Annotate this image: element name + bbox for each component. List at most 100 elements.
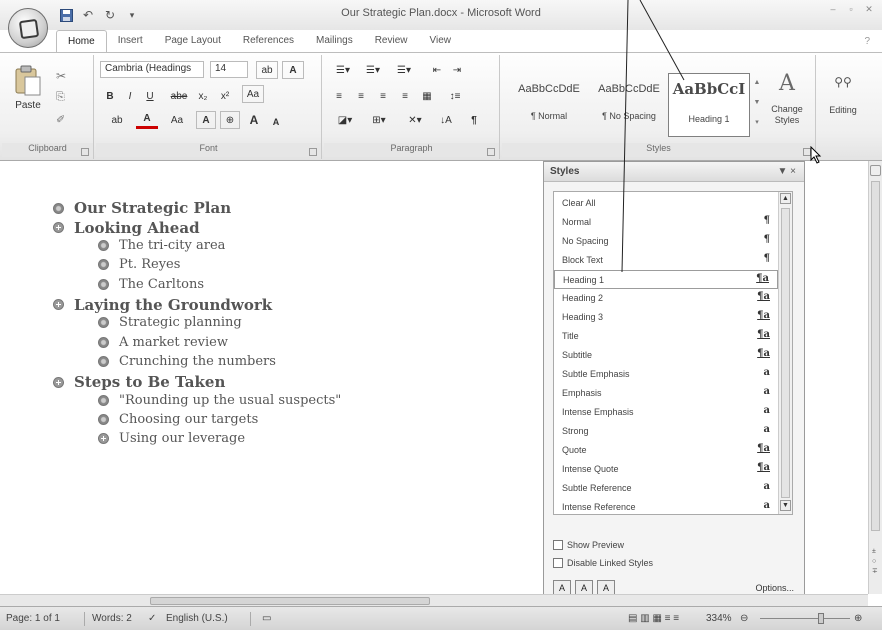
show-preview-option[interactable]: Show Preview	[553, 540, 624, 550]
style-list-item[interactable]: Quote ¶a	[554, 441, 778, 460]
outline-item[interactable]: Laying the Groundwork	[53, 296, 272, 314]
collapse-outline-icon[interactable]	[98, 414, 109, 426]
style-list-item[interactable]: Intense Reference a	[554, 498, 778, 517]
minimize-icon[interactable]: –	[826, 4, 840, 14]
tab-references[interactable]: References	[232, 30, 305, 52]
collapse-outline-icon[interactable]	[98, 240, 109, 251]
document-area[interactable]: Our Strategic Plan Looking Ahead The tri-c…	[0, 161, 548, 594]
styles-list-scrollbar[interactable]: ▲ ▼	[778, 192, 792, 514]
style-list-item[interactable]: Heading 1 ¶a	[554, 270, 778, 289]
style-gallery-normal[interactable]: AaBbCcDdE ¶ Normal	[508, 73, 590, 137]
zoom-slider[interactable]	[760, 618, 850, 619]
numbering-button[interactable]: ☰▾	[360, 61, 386, 79]
outline-item[interactable]: "Rounding up the usual suspects"	[98, 393, 341, 408]
show-hide-button[interactable]: ¶	[464, 111, 484, 129]
font-launcher-icon[interactable]	[309, 148, 317, 156]
scroll-up-icon[interactable]: ▲	[780, 193, 791, 204]
bullets-button[interactable]: ☰▾	[330, 61, 356, 79]
paragraph-launcher-icon[interactable]	[487, 148, 495, 156]
office-button[interactable]	[8, 8, 48, 48]
change-styles-button[interactable]: A Change Styles	[764, 67, 810, 139]
style-list-item[interactable]: No Spacing ¶	[554, 232, 778, 251]
disable-linked-checkbox[interactable]	[553, 558, 563, 568]
style-list-item[interactable]: Subtle Reference a	[554, 479, 778, 498]
zoom-in-icon[interactable]: ⊕	[854, 613, 862, 624]
style-list-item[interactable]: Heading 2 ¶a	[554, 289, 778, 308]
font-color-button[interactable]: A	[136, 111, 158, 129]
scroll-thumb[interactable]	[781, 208, 790, 498]
expand-outline-icon[interactable]	[53, 222, 64, 233]
collapse-outline-icon[interactable]	[53, 202, 64, 214]
style-list-item[interactable]: Clear All	[554, 194, 778, 213]
outline-item[interactable]: Pt. Reyes	[98, 257, 180, 272]
browse-object-icon[interactable]: ± ○ ∓	[872, 547, 878, 577]
decrease-indent-button[interactable]: ⇤	[428, 61, 446, 79]
outline-item[interactable]: The tri-city area	[98, 238, 225, 253]
clear-formatting-button[interactable]: ab	[256, 61, 278, 79]
character-shading-button[interactable]: A	[196, 111, 216, 129]
style-list-item[interactable]: Title ¶a	[554, 327, 778, 346]
case-button[interactable]: Aa	[164, 111, 190, 129]
increase-indent-button[interactable]: ⇥	[448, 61, 466, 79]
font-size-combo[interactable]: 14	[210, 61, 248, 78]
style-list-item[interactable]: Intense Emphasis a	[554, 403, 778, 422]
outline-item[interactable]: Our Strategic Plan	[53, 199, 231, 217]
outline-item[interactable]: The Carltons	[98, 277, 204, 292]
outline-item[interactable]: Steps to Be Taken	[53, 373, 225, 391]
page-count[interactable]: Page: 1 of 1	[6, 613, 60, 624]
copy-icon[interactable]: ⎘	[56, 91, 65, 104]
style-gallery-heading-1[interactable]: AaBbCcI Heading 1	[668, 73, 750, 137]
font-name-combo[interactable]: Cambria (Headings	[100, 61, 204, 78]
style-list-item[interactable]: Subtle Emphasis a	[554, 365, 778, 384]
subscript-button[interactable]: x₂	[194, 87, 212, 105]
multilevel-list-button[interactable]: ☰▾	[390, 61, 418, 79]
tab-mailings[interactable]: Mailings	[305, 30, 364, 52]
zoom-out-icon[interactable]: ⊖	[740, 613, 748, 624]
underline-button[interactable]: U	[142, 87, 158, 105]
collapse-outline-icon[interactable]	[98, 356, 109, 367]
grow-font-button[interactable]: A	[244, 111, 264, 129]
justify-button[interactable]: ≡	[396, 87, 414, 105]
document-vertical-scrollbar[interactable]: ± ○ ∓	[868, 161, 882, 594]
expand-outline-icon[interactable]	[53, 376, 64, 388]
proofing-icon[interactable]: ✓	[148, 613, 156, 624]
change-case-button[interactable]: Aa	[242, 85, 264, 103]
help-icon[interactable]: ?	[864, 36, 870, 47]
style-list-item[interactable]: Normal ¶	[554, 213, 778, 232]
center-button[interactable]: ≡	[352, 87, 370, 105]
language[interactable]: English (U.S.)	[166, 613, 228, 624]
align-left-button[interactable]: ≡	[330, 87, 348, 105]
tab-review[interactable]: Review	[364, 30, 419, 52]
style-list-item[interactable]: Emphasis a	[554, 384, 778, 403]
scroll-down-icon[interactable]: ▼	[780, 500, 791, 511]
tab-home[interactable]: Home	[56, 30, 107, 52]
collapse-outline-icon[interactable]	[98, 278, 109, 290]
view-buttons[interactable]: ▤ ▥ ▦ ≡ ≡	[628, 613, 679, 624]
collapse-outline-icon[interactable]	[98, 317, 109, 329]
style-list-item[interactable]: Block Text ¶	[554, 251, 778, 270]
collapse-outline-icon[interactable]	[98, 394, 109, 406]
options-link[interactable]: Options...	[755, 583, 794, 593]
strikethrough-button[interactable]: abe	[168, 87, 190, 105]
collapse-outline-icon[interactable]	[98, 336, 109, 348]
style-gallery-no-spacing[interactable]: AaBbCcDdE ¶ No Spacing	[588, 73, 670, 137]
sort-button[interactable]: ↓A	[436, 111, 456, 129]
style-list-item[interactable]: Intense Quote ¶a	[554, 460, 778, 479]
zoom-level[interactable]: 334%	[706, 613, 732, 624]
collapse-outline-icon[interactable]	[98, 259, 109, 271]
format-painter-icon[interactable]: ✐	[56, 113, 65, 126]
align-right-button[interactable]: ≡	[374, 87, 392, 105]
word-count[interactable]: Words: 2	[92, 613, 132, 624]
outline-item[interactable]: Strategic planning	[98, 315, 242, 330]
line-spacing-button[interactable]: ↕≡	[442, 87, 468, 105]
editing-button[interactable]: ⚲⚲ Editing	[822, 75, 864, 115]
superscript-button[interactable]: x²	[216, 87, 234, 105]
cut-icon[interactable]: ✂	[56, 69, 66, 83]
show-preview-checkbox[interactable]	[553, 540, 563, 550]
tab-insert[interactable]: Insert	[107, 30, 154, 52]
outline-item[interactable]: A market review	[98, 335, 228, 350]
expand-outline-icon[interactable]	[53, 299, 64, 311]
tab-page-layout[interactable]: Page Layout	[154, 30, 232, 52]
borders-button[interactable]: ⊞▾	[364, 111, 394, 129]
restore-icon[interactable]: ▫	[844, 4, 858, 14]
